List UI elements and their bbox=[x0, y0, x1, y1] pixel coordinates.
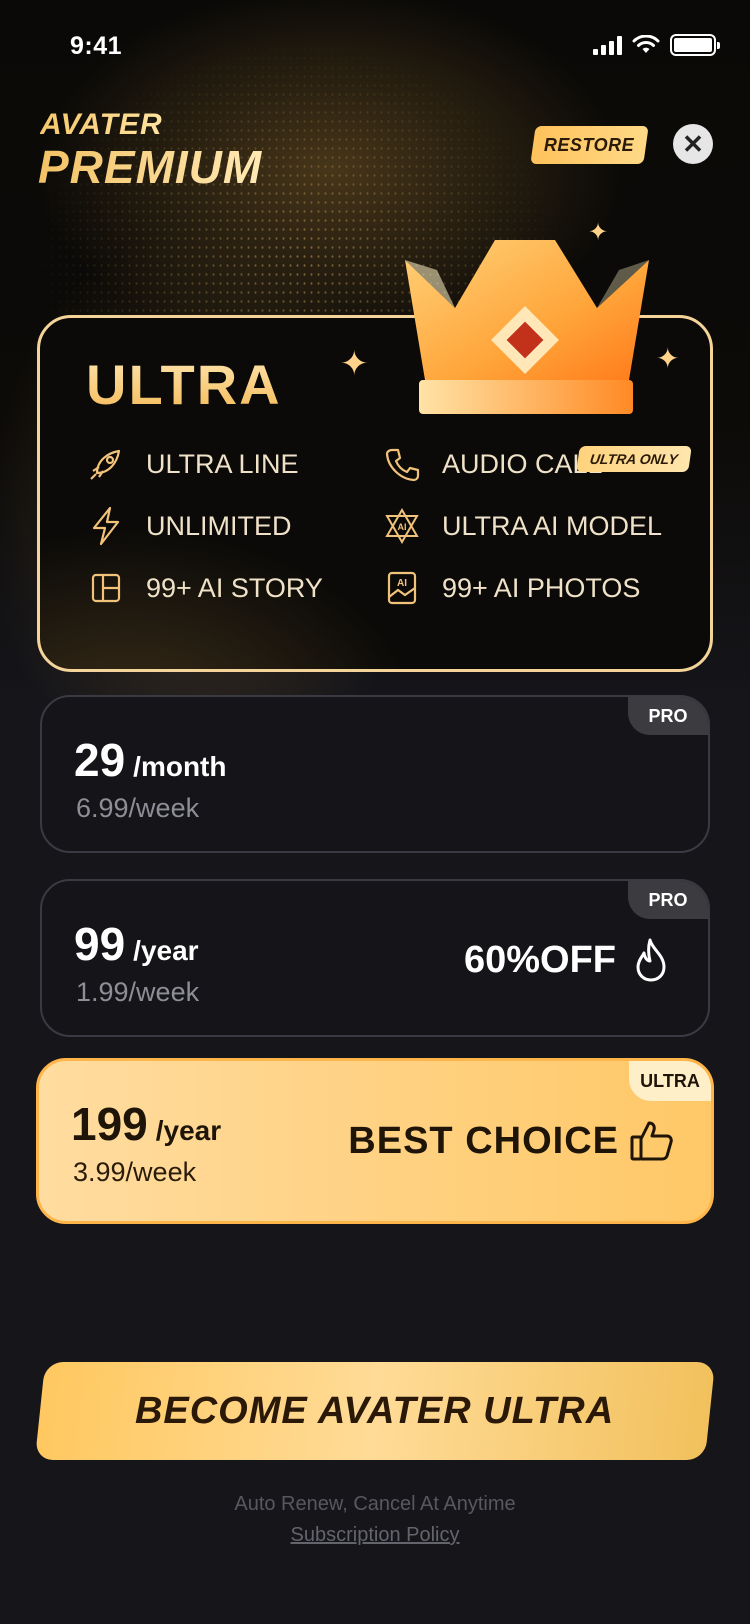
plan-price: 199 /year bbox=[71, 1097, 221, 1151]
feature-label: 99+ AI STORY bbox=[146, 572, 323, 603]
sparkle-icon: ✦ bbox=[340, 345, 369, 383]
ultra-title: ULTRA bbox=[86, 353, 282, 416]
crown-icon bbox=[405, 240, 649, 414]
plan-price: 99 /year bbox=[74, 917, 199, 971]
plan-badge: ULTRA bbox=[629, 1061, 711, 1101]
price-weekly: 6.99/week bbox=[76, 793, 200, 823]
feature-ai-photos: AI 99+ AI PHOTOS bbox=[382, 568, 640, 608]
brand-name: AVATER bbox=[40, 108, 163, 141]
story-icon bbox=[86, 568, 126, 608]
feature-ai-story: 99+ AI STORY bbox=[86, 568, 323, 608]
price-unit: /month bbox=[133, 751, 227, 782]
feature-ultra-line: ULTRA LINE bbox=[86, 444, 299, 484]
price-amount: 29 bbox=[74, 734, 126, 786]
status-icons bbox=[593, 34, 720, 56]
restore-button[interactable]: RESTORE bbox=[530, 126, 649, 164]
price-unit: /year bbox=[133, 935, 199, 966]
price-amount: 199 bbox=[71, 1098, 148, 1150]
plan-yearly-pro[interactable]: PRO 99 /year 1.99/week 60%OFF bbox=[40, 879, 710, 1037]
feature-label: 99+ AI PHOTOS bbox=[442, 572, 641, 603]
plan-monthly[interactable]: PRO 29 /month 6.99/week bbox=[40, 695, 710, 853]
become-ultra-button[interactable]: BECOME AVATER ULTRA bbox=[34, 1362, 716, 1460]
plan-yearly-ultra[interactable]: ULTRA 199 /year 3.99/week BEST CHOICE bbox=[36, 1058, 714, 1224]
price-amount: 99 bbox=[74, 918, 126, 970]
feature-ultra-ai-model: AI ULTRA AI MODEL bbox=[382, 506, 662, 546]
feature-audio-call: AUDIO CALL bbox=[382, 444, 603, 484]
ultra-only-badge: ULTRA ONLY bbox=[576, 446, 692, 472]
best-choice-label: BEST CHOICE bbox=[348, 1119, 619, 1162]
feature-unlimited: UNLIMITED bbox=[86, 506, 292, 546]
price-weekly: 1.99/week bbox=[76, 977, 200, 1007]
plan-badge: PRO bbox=[628, 697, 708, 735]
feature-label: UNLIMITED bbox=[146, 510, 292, 541]
best-choice-tag: BEST CHOICE bbox=[348, 1119, 675, 1163]
svg-text:AI: AI bbox=[398, 522, 407, 532]
signal-icon bbox=[593, 35, 622, 55]
plan-price: 29 /month bbox=[74, 733, 226, 787]
status-bar: 9:41 bbox=[0, 0, 750, 96]
restore-label: RESTORE bbox=[544, 134, 635, 155]
wifi-icon bbox=[632, 35, 660, 53]
feature-label: ULTRA AI MODEL bbox=[442, 510, 663, 541]
sparkle-icon: ✦ bbox=[588, 219, 609, 246]
close-button[interactable]: ✕ bbox=[673, 124, 713, 164]
battery-icon bbox=[670, 34, 720, 56]
auto-renew-note: Auto Renew, Cancel At Anytime bbox=[234, 1493, 516, 1515]
thumbs-up-icon bbox=[630, 1121, 673, 1161]
price-weekly: 3.99/week bbox=[73, 1157, 197, 1187]
close-icon: ✕ bbox=[682, 128, 704, 159]
sparkle-icon: ✦ bbox=[656, 343, 680, 374]
lightning-icon bbox=[86, 506, 126, 546]
status-time: 9:41 bbox=[70, 32, 123, 60]
fire-icon bbox=[636, 938, 666, 982]
subscription-policy-link[interactable]: Subscription Policy bbox=[0, 1524, 750, 1547]
ultra-only-label: ULTRA ONLY bbox=[588, 451, 679, 467]
svg-text:AI: AI bbox=[397, 578, 407, 589]
discount-tag: 60%OFF bbox=[464, 937, 670, 983]
ai-star-icon: AI bbox=[382, 506, 422, 546]
cta-label: BECOME AVATER ULTRA bbox=[135, 1389, 615, 1432]
phone-icon bbox=[382, 444, 422, 484]
feature-label: ULTRA LINE bbox=[146, 448, 299, 479]
discount-label: 60%OFF bbox=[463, 938, 616, 981]
brand-premium: PREMIUM bbox=[38, 141, 263, 193]
ai-photo-icon: AI bbox=[382, 568, 422, 608]
price-unit: /year bbox=[155, 1115, 222, 1146]
rocket-icon bbox=[86, 444, 126, 484]
plan-badge: PRO bbox=[628, 881, 708, 919]
